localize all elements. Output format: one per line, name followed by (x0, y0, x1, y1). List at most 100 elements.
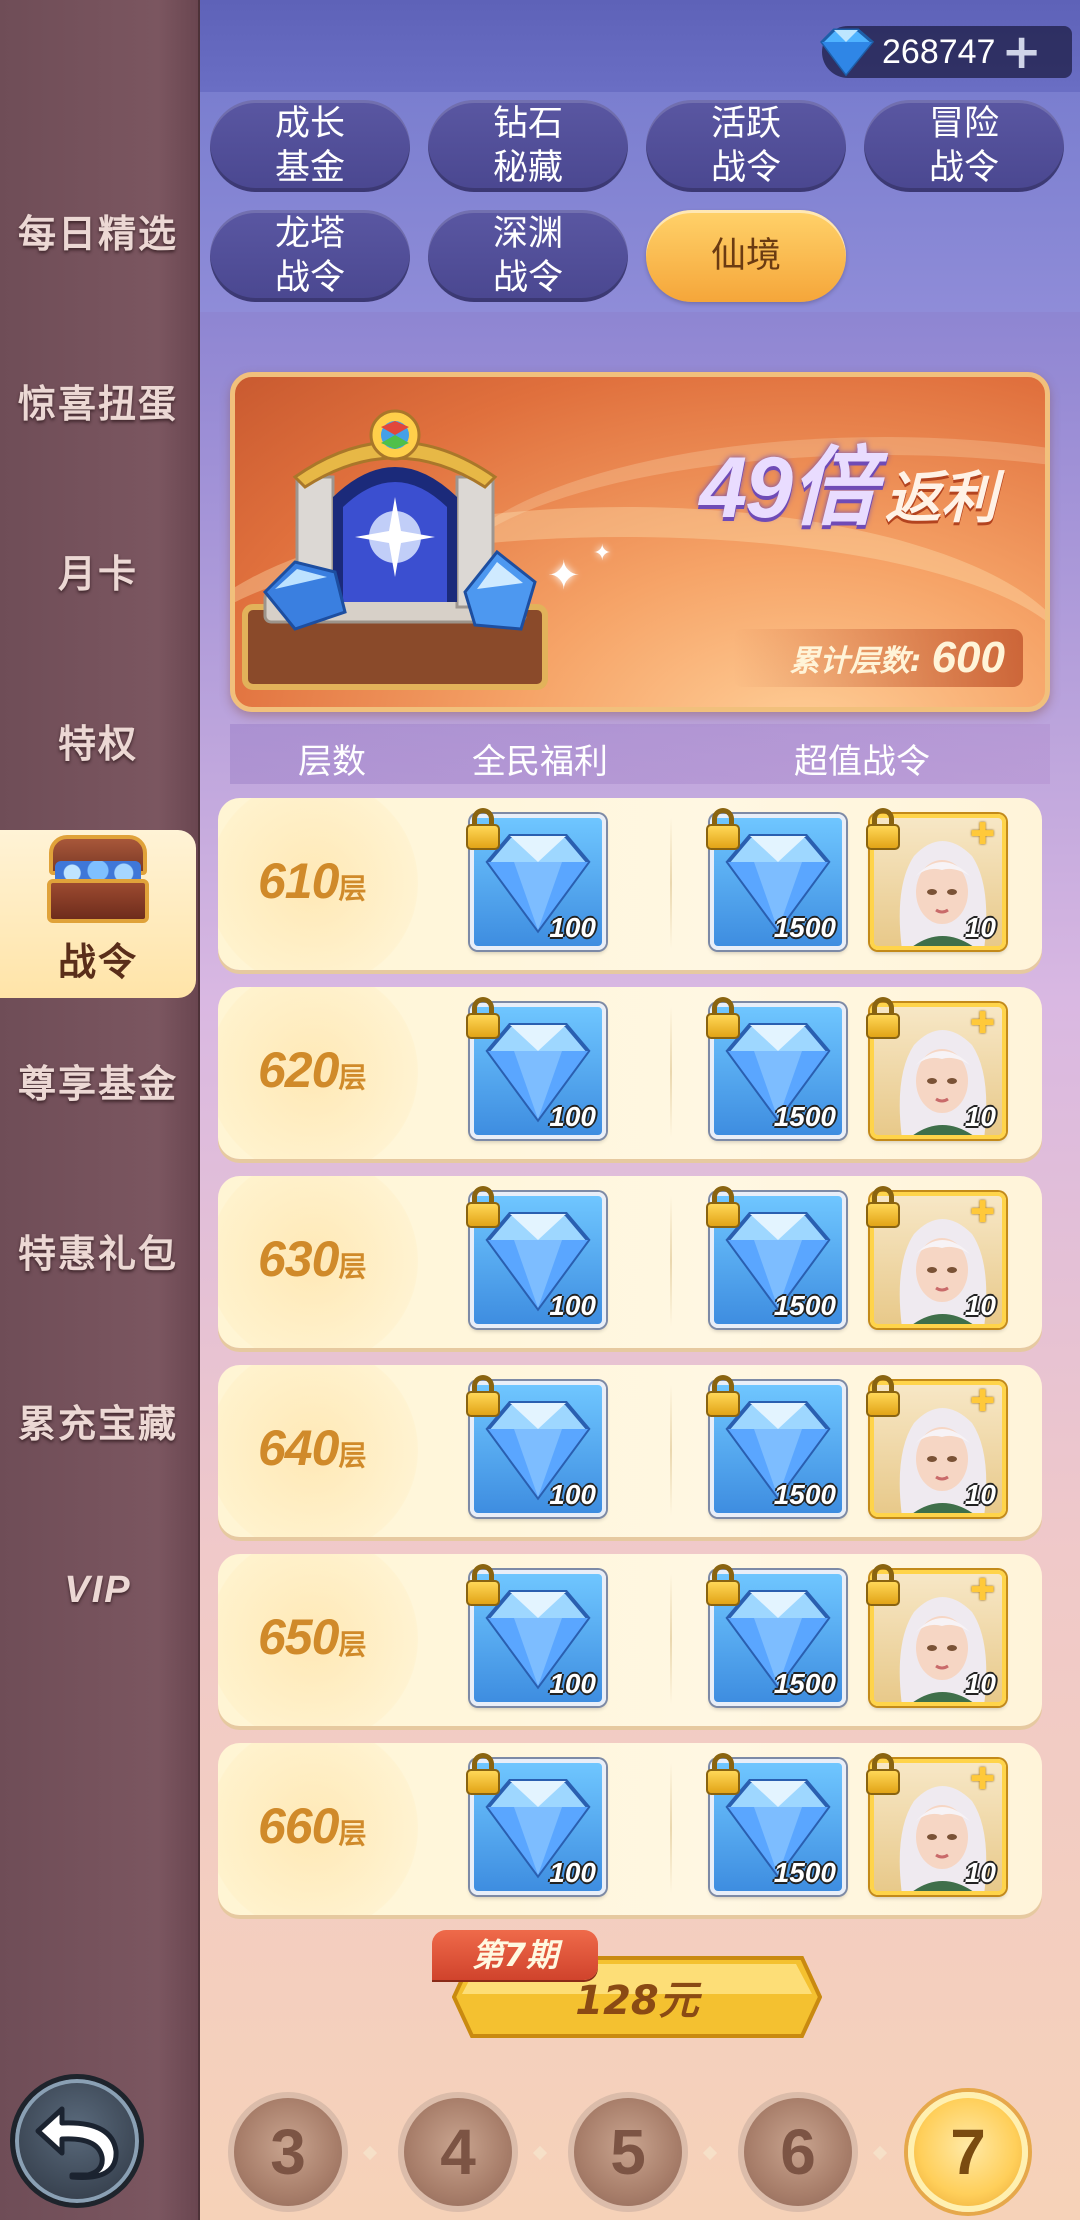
column-premium-pass: 超值战令 (794, 742, 930, 782)
floor-number: 650层 (258, 1609, 366, 1665)
rebate-banner: ✦ ✦ 49倍 返利 累计层数: 600 (230, 372, 1050, 712)
floor-number: 660层 (258, 1798, 366, 1854)
back-button[interactable] (10, 2074, 144, 2208)
reward-quantity: 100 (549, 1668, 596, 1699)
reward-row: 650层 100 1500 ✚ 10 (218, 1554, 1042, 1726)
period-4-button[interactable]: 4 (398, 2092, 518, 2212)
lock-icon (706, 1375, 740, 1417)
puzzle-piece-icon: ✚ (970, 1573, 996, 1608)
pager-dot (532, 2145, 548, 2161)
reward-row: 620层 100 1500 ✚ 10 (218, 987, 1042, 1159)
puzzle-piece-icon: ✚ (970, 1384, 996, 1419)
sidebar-item-premium-fund[interactable]: 尊享基金 (0, 1020, 196, 1140)
reward-row: 630层 100 1500 ✚ 10 (218, 1176, 1042, 1348)
banner-title: 49倍 返利 (699, 417, 997, 542)
reward-quantity: 100 (549, 1101, 596, 1132)
row-divider (670, 1385, 672, 1515)
row-divider (670, 1763, 672, 1893)
lock-icon (706, 997, 740, 1039)
row-divider (670, 1574, 672, 1704)
rebate-label: 返利 (885, 466, 997, 531)
lock-icon (706, 1753, 740, 1795)
tab-fairyland[interactable]: 仙境 (646, 210, 846, 302)
floor-number: 610层 (258, 853, 366, 909)
puzzle-piece-icon: ✚ (970, 1195, 996, 1230)
lock-icon (866, 1375, 900, 1417)
lock-icon (706, 808, 740, 850)
tab-abyss-pass[interactable]: 深渊 战令 (428, 210, 628, 302)
rebate-multiplier: 49倍 (699, 440, 877, 536)
portal-shrine-icon (242, 409, 548, 690)
reward-quantity: 100 (549, 912, 596, 943)
tab-dragon-tower-pass[interactable]: 龙塔 战令 (210, 210, 410, 302)
reward-quantity: 10 (964, 1479, 996, 1510)
reward-quantity: 100 (549, 1290, 596, 1321)
lock-icon (866, 808, 900, 850)
accumulated-floors-value: 600 (931, 633, 1005, 682)
period-5-button[interactable]: 5 (568, 2092, 688, 2212)
reward-quantity: 1500 (773, 1101, 836, 1132)
reward-quantity: 1500 (773, 1479, 836, 1510)
pager-dot (872, 2145, 888, 2161)
reward-quantity: 1500 (773, 1668, 836, 1699)
tab-activity-pass[interactable]: 活跃 战令 (646, 100, 846, 192)
floor-number: 620层 (258, 1042, 366, 1098)
tab-growth-fund[interactable]: 成长 基金 (210, 100, 410, 192)
period-badge: 第7期 (432, 1930, 598, 1980)
lock-icon (466, 1186, 500, 1228)
accumulated-floors: 累计层数: 600 (733, 629, 1023, 687)
puzzle-piece-icon: ✚ (970, 817, 996, 852)
lock-icon (866, 1753, 900, 1795)
lock-icon (706, 1564, 740, 1606)
period-3-button[interactable]: 3 (228, 2092, 348, 2212)
tab-bar: 成长 基金 钻石 秘藏 活跃 战令 冒险 战令 龙塔 战令 深渊 战令 仙境 (200, 92, 1080, 312)
plus-icon[interactable]: + (1001, 28, 1041, 76)
sidebar: 每日精选 惊喜扭蛋 月卡 特权 战令 尊享基金 特惠礼包 累充宝藏 VIP (0, 0, 200, 2220)
diamond-amount: 268747 (882, 32, 996, 71)
lock-icon (466, 997, 500, 1039)
reward-quantity: 10 (964, 1857, 996, 1888)
row-divider (670, 1007, 672, 1137)
sidebar-item-privilege[interactable]: 特权 (0, 680, 196, 800)
lock-icon (866, 1186, 900, 1228)
reward-quantity: 1500 (773, 912, 836, 943)
column-floor: 层数 (298, 742, 366, 782)
lock-icon (866, 997, 900, 1039)
reward-row: 610层 100 1500 ✚ 10 (218, 798, 1042, 970)
reward-quantity: 100 (549, 1857, 596, 1888)
sidebar-item-daily-picks[interactable]: 每日精选 (0, 170, 196, 290)
period-pager: 3 4 5 6 7 (200, 2086, 1080, 2220)
lock-icon (466, 1753, 500, 1795)
lock-icon (466, 1375, 500, 1417)
reward-quantity: 10 (964, 1668, 996, 1699)
sidebar-item-gacha[interactable]: 惊喜扭蛋 (0, 340, 196, 460)
pager-dot (362, 2145, 378, 2161)
lock-icon (706, 1186, 740, 1228)
sidebar-item-label: 战令 (57, 940, 138, 984)
reward-quantity: 10 (964, 1290, 996, 1321)
reward-quantity: 10 (964, 912, 996, 943)
sidebar-item-vip[interactable]: VIP (0, 1530, 196, 1650)
reward-row: 640层 100 1500 ✚ 10 (218, 1365, 1042, 1537)
sidebar-item-recharge-treasure[interactable]: 累充宝藏 (0, 1360, 196, 1480)
reward-quantity: 100 (549, 1479, 596, 1510)
sidebar-item-battle-pass[interactable]: 战令 (0, 830, 196, 998)
pager-dot (702, 2145, 718, 2161)
tab-adventure-pass[interactable]: 冒险 战令 (864, 100, 1064, 192)
period-7-button[interactable]: 7 (908, 2092, 1028, 2212)
period-6-button[interactable]: 6 (738, 2092, 858, 2212)
top-bar: 268747 + (200, 0, 1080, 92)
sidebar-item-special-pack[interactable]: 特惠礼包 (0, 1190, 196, 1310)
floor-number: 630层 (258, 1231, 366, 1287)
lock-icon (466, 1564, 500, 1606)
row-divider (670, 1196, 672, 1326)
lock-icon (466, 808, 500, 850)
diamond-balance: 268747 + (820, 26, 1072, 78)
treasure-chest-icon (43, 835, 153, 925)
sidebar-item-monthly-card[interactable]: 月卡 (0, 510, 196, 630)
puzzle-piece-icon: ✚ (970, 1762, 996, 1797)
column-free-rewards: 全民福利 (472, 742, 608, 782)
tab-diamond-vault[interactable]: 钻石 秘藏 (428, 100, 628, 192)
reward-table-header: 层数 全民福利 超值战令 (230, 724, 1050, 784)
reward-quantity: 10 (964, 1101, 996, 1132)
